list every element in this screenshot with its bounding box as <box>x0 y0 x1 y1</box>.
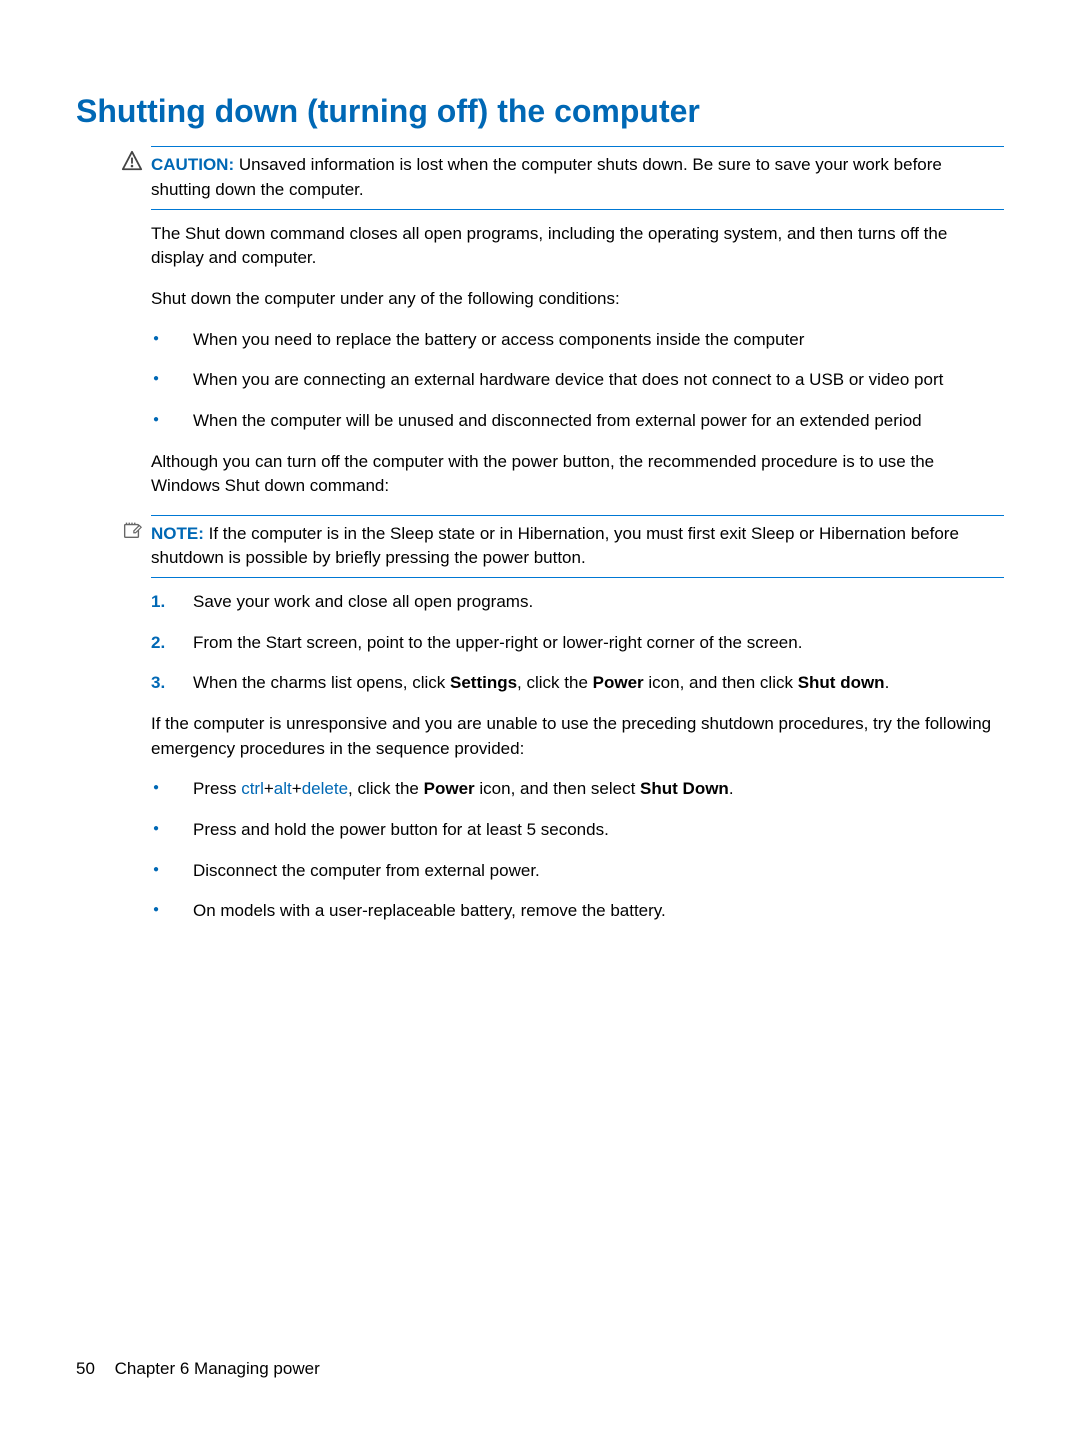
keycap: ctrl <box>241 779 264 798</box>
emergency-list: Press ctrl+alt+delete, click the Power i… <box>151 777 1004 924</box>
ui-label: Shut down <box>798 673 885 692</box>
note-icon <box>121 519 143 541</box>
ui-label: Settings <box>450 673 517 692</box>
caution-text: Unsaved information is lost when the com… <box>151 155 942 199</box>
unresponsive-paragraph: If the computer is unresponsive and you … <box>151 712 1004 761</box>
steps-list: Save your work and close all open progra… <box>151 590 1004 696</box>
note-admonition: NOTE: If the computer is in the Sleep st… <box>151 515 1004 578</box>
note-text: If the computer is in the Sleep state or… <box>151 524 959 568</box>
list-item: When you need to replace the battery or … <box>151 328 1004 353</box>
list-item: On models with a user-replaceable batter… <box>151 899 1004 924</box>
recommended-paragraph: Although you can turn off the computer w… <box>151 450 1004 499</box>
list-item: Press and hold the power button for at l… <box>151 818 1004 843</box>
list-item: Disconnect the computer from external po… <box>151 859 1004 884</box>
caution-label: CAUTION: <box>151 155 234 174</box>
list-item: Save your work and close all open progra… <box>151 590 1004 615</box>
intro-paragraph-1: The Shut down command closes all open pr… <box>151 222 1004 271</box>
list-item: Press ctrl+alt+delete, click the Power i… <box>151 777 1004 802</box>
ui-label: Shut Down <box>640 779 729 798</box>
chapter-label: Chapter 6 Managing power <box>115 1359 320 1378</box>
list-item: When you are connecting an external hard… <box>151 368 1004 393</box>
ui-label: Power <box>424 779 475 798</box>
page-number: 50 <box>76 1359 95 1378</box>
keycap: delete <box>302 779 348 798</box>
list-item: When the charms list opens, click Settin… <box>151 671 1004 696</box>
section-heading: Shutting down (turning off) the computer <box>76 92 1004 130</box>
page-footer: 50 Chapter 6 Managing power <box>76 1357 320 1382</box>
conditions-list: When you need to replace the battery or … <box>151 328 1004 434</box>
keycap: alt <box>274 779 292 798</box>
intro-paragraph-2: Shut down the computer under any of the … <box>151 287 1004 312</box>
note-label: NOTE: <box>151 524 204 543</box>
list-item: From the Start screen, point to the uppe… <box>151 631 1004 656</box>
list-item: When the computer will be unused and dis… <box>151 409 1004 434</box>
ui-label: Power <box>593 673 644 692</box>
warning-icon <box>121 150 143 172</box>
caution-admonition: CAUTION: Unsaved information is lost whe… <box>151 146 1004 209</box>
